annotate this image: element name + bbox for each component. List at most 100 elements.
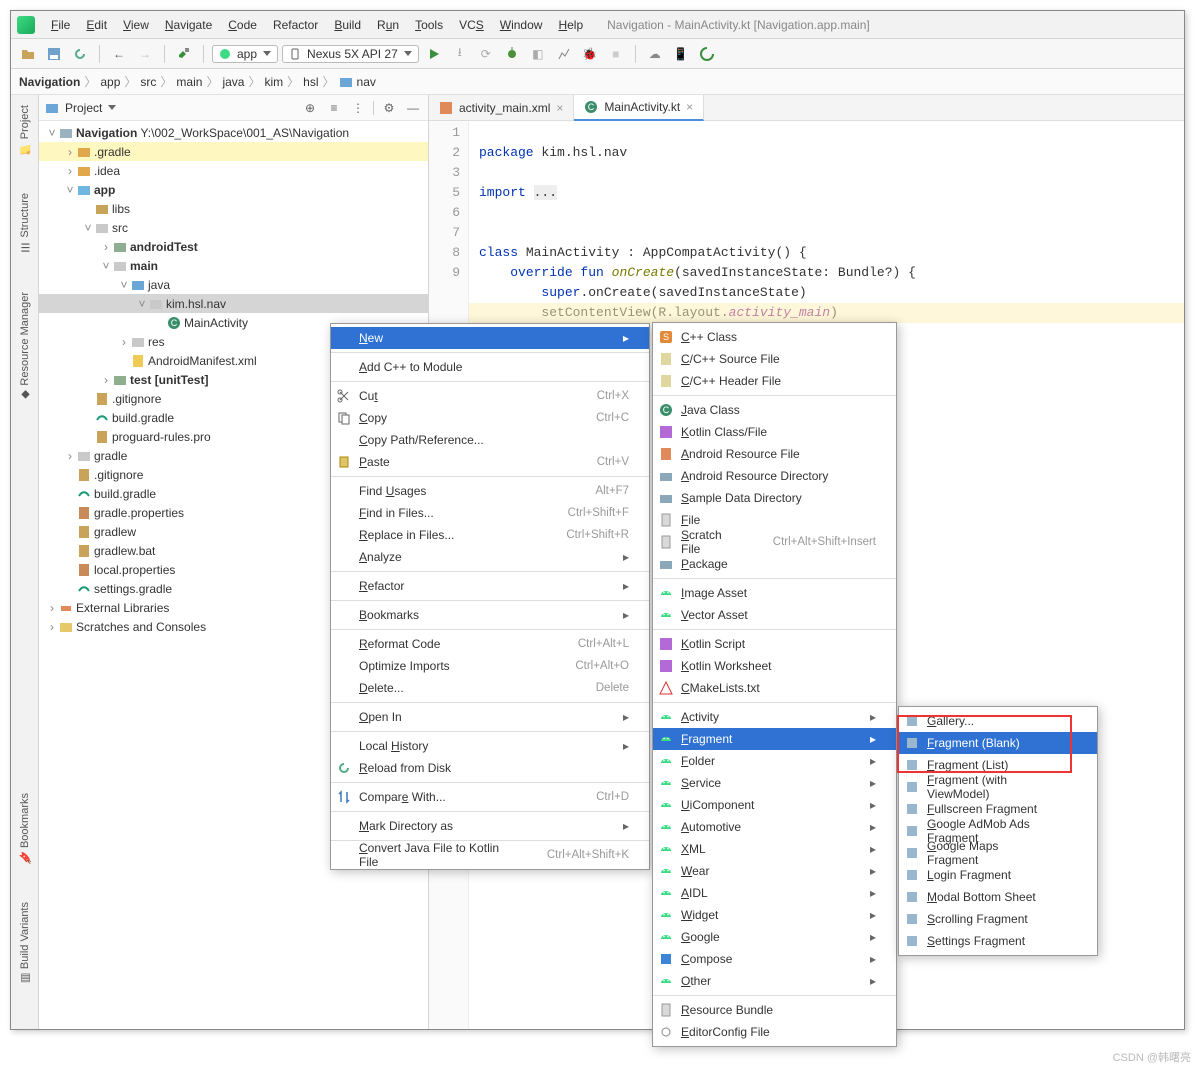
apply-code-icon[interactable]: ⟳: [475, 43, 497, 65]
menu-window[interactable]: Window: [494, 16, 549, 34]
side-tab-project[interactable]: 📁Project: [19, 101, 31, 159]
tree-row-src[interactable]: ˅src: [39, 218, 428, 237]
menu-item-copypath[interactable]: Copy Path/Reference...: [331, 429, 649, 451]
sync-icon[interactable]: [696, 43, 718, 65]
menu-vcs[interactable]: VCS: [453, 16, 490, 34]
back-icon[interactable]: ←: [108, 43, 130, 65]
menu-item-resource-bundle[interactable]: Resource Bundle: [653, 999, 896, 1021]
tree-row-app[interactable]: ˅app: [39, 180, 428, 199]
menu-item-aidl[interactable]: AIDL▸: [653, 882, 896, 904]
tree-row-libs[interactable]: libs: [39, 199, 428, 218]
menu-item-login-fragment[interactable]: Login Fragment: [899, 864, 1097, 886]
menu-item-settings-fragment[interactable]: Settings Fragment: [899, 930, 1097, 952]
tree-row-java[interactable]: ˅java: [39, 275, 428, 294]
menu-item-android-resource-directory[interactable]: Android Resource Directory: [653, 465, 896, 487]
run-icon[interactable]: [423, 43, 445, 65]
apply-changes-icon[interactable]: ⭳: [449, 43, 471, 65]
open-icon[interactable]: [17, 43, 39, 65]
tab-main-activity[interactable]: C MainActivity.kt ×: [574, 95, 704, 121]
menu-refactor[interactable]: Refactor: [267, 16, 324, 34]
menu-item-android-resource-file[interactable]: Android Resource File: [653, 443, 896, 465]
crumb-src[interactable]: src: [140, 75, 156, 89]
menu-item-refactor[interactable]: Refactor▸: [331, 575, 649, 597]
menu-item-kotlin-script[interactable]: Kotlin Script: [653, 633, 896, 655]
menu-item-scrolling-fragment[interactable]: Scrolling Fragment: [899, 908, 1097, 930]
menu-tools[interactable]: Tools: [409, 16, 449, 34]
crumb-nav[interactable]: nav: [357, 75, 376, 89]
menu-item-localhist[interactable]: Local History▸: [331, 735, 649, 757]
stop-icon[interactable]: ■: [605, 43, 627, 65]
build-hammer-icon[interactable]: [173, 43, 195, 65]
menu-item-service[interactable]: Service▸: [653, 772, 896, 794]
select-opened-icon[interactable]: ⊕: [301, 99, 319, 117]
menu-item-automotive[interactable]: Automotive▸: [653, 816, 896, 838]
crumb-root[interactable]: Navigation: [19, 75, 80, 89]
menu-item-other[interactable]: Other▸: [653, 970, 896, 992]
forward-icon[interactable]: →: [134, 43, 156, 65]
menu-item-widget[interactable]: Widget▸: [653, 904, 896, 926]
menu-item-c-c-source-file[interactable]: C/C++ Source File: [653, 348, 896, 370]
menu-item-fragment-with-viewmodel-[interactable]: Fragment (with ViewModel): [899, 776, 1097, 798]
menu-item-folder[interactable]: Folder▸: [653, 750, 896, 772]
menu-code[interactable]: Code: [222, 16, 263, 34]
menu-item-c-class[interactable]: SC++ Class: [653, 326, 896, 348]
tree-row-root[interactable]: ˅Navigation Y:\002_WorkSpace\001_AS\Navi…: [39, 123, 428, 142]
menu-item-modal-bottom-sheet[interactable]: Modal Bottom Sheet: [899, 886, 1097, 908]
menu-item-fragment-blank-[interactable]: Fragment (Blank): [899, 732, 1097, 754]
close-icon[interactable]: ×: [686, 100, 693, 114]
menu-item-kotlin-worksheet[interactable]: Kotlin Worksheet: [653, 655, 896, 677]
menu-item-activity[interactable]: Activity▸: [653, 706, 896, 728]
menu-item-copy[interactable]: CopyCtrl+C: [331, 407, 649, 429]
menu-item-kotlin-class-file[interactable]: Kotlin Class/File: [653, 421, 896, 443]
side-tab-resource-manager[interactable]: ◆Resource Manager: [19, 288, 31, 406]
menu-item-addcpp[interactable]: Add C++ to Module: [331, 356, 649, 378]
module-selector[interactable]: app: [212, 45, 278, 63]
menu-item-new[interactable]: New▸: [331, 327, 649, 349]
menu-item-optimize[interactable]: Optimize ImportsCtrl+Alt+O: [331, 655, 649, 677]
menu-item-image-asset[interactable]: Image Asset: [653, 582, 896, 604]
tree-row-gradle[interactable]: ›.gradle: [39, 142, 428, 161]
device-selector[interactable]: Nexus 5X API 27: [282, 45, 419, 63]
menu-item-delete[interactable]: Delete...Delete: [331, 677, 649, 699]
debug-icon[interactable]: [501, 43, 523, 65]
crumb-hsl[interactable]: hsl: [303, 75, 318, 89]
menu-item-vector-asset[interactable]: Vector Asset: [653, 604, 896, 626]
menu-item-java-class[interactable]: CJava Class: [653, 399, 896, 421]
profile-icon[interactable]: [553, 43, 575, 65]
crumb-kim[interactable]: kim: [264, 75, 283, 89]
menu-build[interactable]: Build: [328, 16, 367, 34]
menu-item-compare[interactable]: Compare With...Ctrl+D: [331, 786, 649, 808]
menu-item-fragment[interactable]: Fragment▸: [653, 728, 896, 750]
attach-debugger-icon[interactable]: 🐞: [579, 43, 601, 65]
menu-item-openin[interactable]: Open In▸: [331, 706, 649, 728]
menu-item-c-c-header-file[interactable]: C/C++ Header File: [653, 370, 896, 392]
side-tab-bookmarks[interactable]: 🔖Bookmarks: [19, 789, 31, 868]
save-icon[interactable]: [43, 43, 65, 65]
menu-item-reload[interactable]: Reload from Disk: [331, 757, 649, 779]
menu-item-markdir[interactable]: Mark Directory as▸: [331, 815, 649, 837]
close-icon[interactable]: ×: [556, 101, 563, 115]
menu-item-editorconfig-file[interactable]: EditorConfig File: [653, 1021, 896, 1043]
crumb-java[interactable]: java: [222, 75, 244, 89]
menu-navigate[interactable]: Navigate: [159, 16, 218, 34]
menu-edit[interactable]: Edit: [80, 16, 113, 34]
panel-mode[interactable]: Project: [65, 101, 102, 115]
menu-item-analyze[interactable]: Analyze▸: [331, 546, 649, 568]
expand-icon[interactable]: ≡: [325, 99, 343, 117]
menu-help[interactable]: Help: [552, 16, 589, 34]
coverage-icon[interactable]: ◧: [527, 43, 549, 65]
reload-icon[interactable]: [69, 43, 91, 65]
chevron-down-icon[interactable]: [108, 105, 116, 110]
menu-file[interactable]: File: [45, 16, 76, 34]
menu-run[interactable]: Run: [371, 16, 405, 34]
menu-item-convert[interactable]: Convert Java File to Kotlin FileCtrl+Alt…: [331, 844, 649, 866]
sdk-icon[interactable]: 📱: [670, 43, 692, 65]
tab-activity-main[interactable]: activity_main.xml ×: [429, 95, 574, 121]
menu-item-sample-data-directory[interactable]: Sample Data Directory: [653, 487, 896, 509]
avd-icon[interactable]: ☁: [644, 43, 666, 65]
collapse-icon[interactable]: ⋮: [349, 99, 367, 117]
menu-item-paste[interactable]: PasteCtrl+V: [331, 451, 649, 473]
menu-item-xml[interactable]: XML▸: [653, 838, 896, 860]
menu-item-google-maps-fragment[interactable]: Google Maps Fragment: [899, 842, 1097, 864]
menu-item-uicomponent[interactable]: UiComponent▸: [653, 794, 896, 816]
